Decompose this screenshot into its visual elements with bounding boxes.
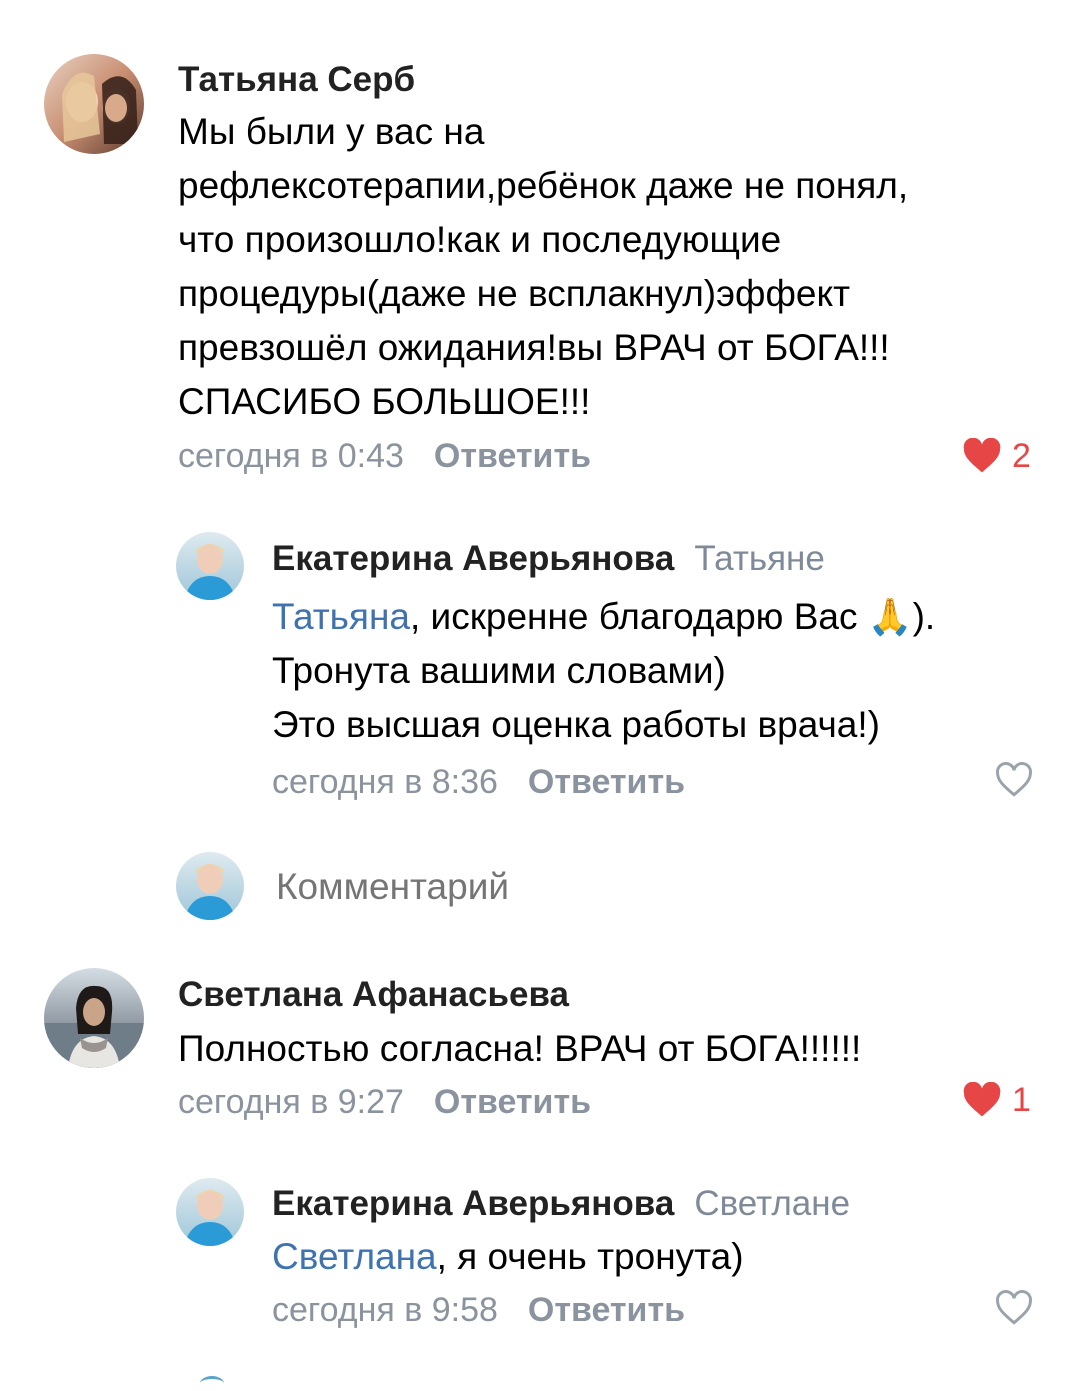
comment-text-line: Полностью согласна! ВРАЧ от БОГА!!!!!! — [178, 1028, 862, 1069]
heart-filled-icon — [963, 1082, 1001, 1117]
heart-outline-icon — [996, 762, 1032, 797]
heart-filled-icon — [963, 438, 1001, 473]
comment-meta: сегодня в 8:36 Ответить — [272, 762, 685, 802]
comment-time: сегодня в 9:27 — [178, 1083, 404, 1121]
comment-text-line: что произошло!как и последующие — [178, 219, 782, 260]
reply-to-label[interactable]: Светлане — [694, 1184, 850, 1223]
comment-text: Полностью согласна! ВРАЧ от БОГА!!!!!! — [178, 1022, 861, 1076]
comment-input[interactable] — [276, 862, 1036, 912]
avatar[interactable] — [176, 1178, 244, 1246]
like-button[interactable]: 2 — [962, 434, 1031, 478]
avatar-photo — [176, 1178, 244, 1246]
next-avatar-edge — [200, 1376, 224, 1391]
comment-meta: сегодня в 0:43 Ответить — [178, 436, 591, 476]
comment-author[interactable]: Екатерина Аверьянова — [272, 1184, 674, 1223]
comment-text-line: Тронута вашими словами) — [272, 650, 726, 691]
mention-link[interactable]: Татьяна — [272, 596, 410, 637]
like-count: 1 — [1012, 1081, 1031, 1119]
text-fragment: , искренне благодарю Вас — [409, 596, 868, 637]
avatar-photo — [44, 54, 144, 154]
mention-link[interactable]: Светлана — [272, 1236, 437, 1277]
avatar-photo — [176, 852, 244, 920]
comment-text-line: процедуры(даже не всплакнул)эффект — [178, 273, 851, 314]
comment-text: Татьяна, искренне благодарю Вас 🙏). Трон… — [272, 590, 935, 752]
comment-text: Мы были у вас на рефлексотерапии,ребёнок… — [178, 105, 908, 429]
comment-time: сегодня в 9:58 — [272, 1291, 498, 1329]
comment-author[interactable]: Татьяна Серб — [178, 59, 415, 101]
comment-author[interactable]: Светлана Афанасьева — [178, 974, 569, 1016]
comment-text-line: превзошёл ожидания!вы ВРАЧ от БОГА!!! — [178, 327, 890, 368]
comment-text-line: СПАСИБО БОЛЬШОЕ!!! — [178, 381, 591, 422]
comment-time: сегодня в 8:36 — [272, 763, 498, 801]
comment-text-line: Татьяна, искренне благодарю Вас 🙏). — [272, 590, 935, 644]
avatar[interactable] — [44, 54, 144, 154]
comment-meta: сегодня в 9:27 Ответить — [178, 1082, 591, 1122]
comment-meta: сегодня в 9:58 Ответить — [272, 1290, 685, 1330]
heart-outline-icon — [996, 1290, 1032, 1325]
reply-to-label[interactable]: Татьяне — [694, 539, 825, 578]
like-count: 2 — [1012, 437, 1031, 475]
reply-author-line: Екатерина Аверьянова Светлане — [272, 1183, 850, 1225]
avatar — [176, 852, 244, 920]
reply-button[interactable]: Ответить — [528, 763, 685, 801]
praying-hands-emoji: 🙏 — [867, 596, 913, 637]
reply-button[interactable]: Ответить — [528, 1291, 685, 1329]
reply-author-line: Екатерина Аверьянова Татьяне — [272, 538, 825, 580]
reply-button[interactable]: Ответить — [434, 437, 591, 475]
comment-text-line: Светлана, я очень тронута) — [272, 1230, 744, 1284]
comment-time: сегодня в 0:43 — [178, 437, 404, 475]
comment-author[interactable]: Екатерина Аверьянова — [272, 539, 674, 578]
like-button[interactable]: 1 — [962, 1078, 1031, 1122]
avatar-photo — [176, 532, 244, 600]
text-fragment: ). — [912, 596, 936, 637]
comment-text-line: Мы были у вас на — [178, 111, 485, 152]
text-fragment: , я очень тронута) — [436, 1236, 744, 1277]
like-button[interactable] — [994, 758, 1034, 802]
avatar[interactable] — [44, 968, 144, 1068]
avatar[interactable] — [176, 532, 244, 600]
like-button[interactable] — [994, 1286, 1034, 1330]
avatar-photo — [44, 968, 144, 1068]
reply-button[interactable]: Ответить — [434, 1083, 591, 1121]
comment-text-line: Это высшая оценка работы врача!) — [272, 704, 880, 745]
comment-text: Светлана, я очень тронута) — [272, 1230, 744, 1284]
comment-text-line: рефлексотерапии,ребёнок даже не понял, — [178, 165, 909, 206]
